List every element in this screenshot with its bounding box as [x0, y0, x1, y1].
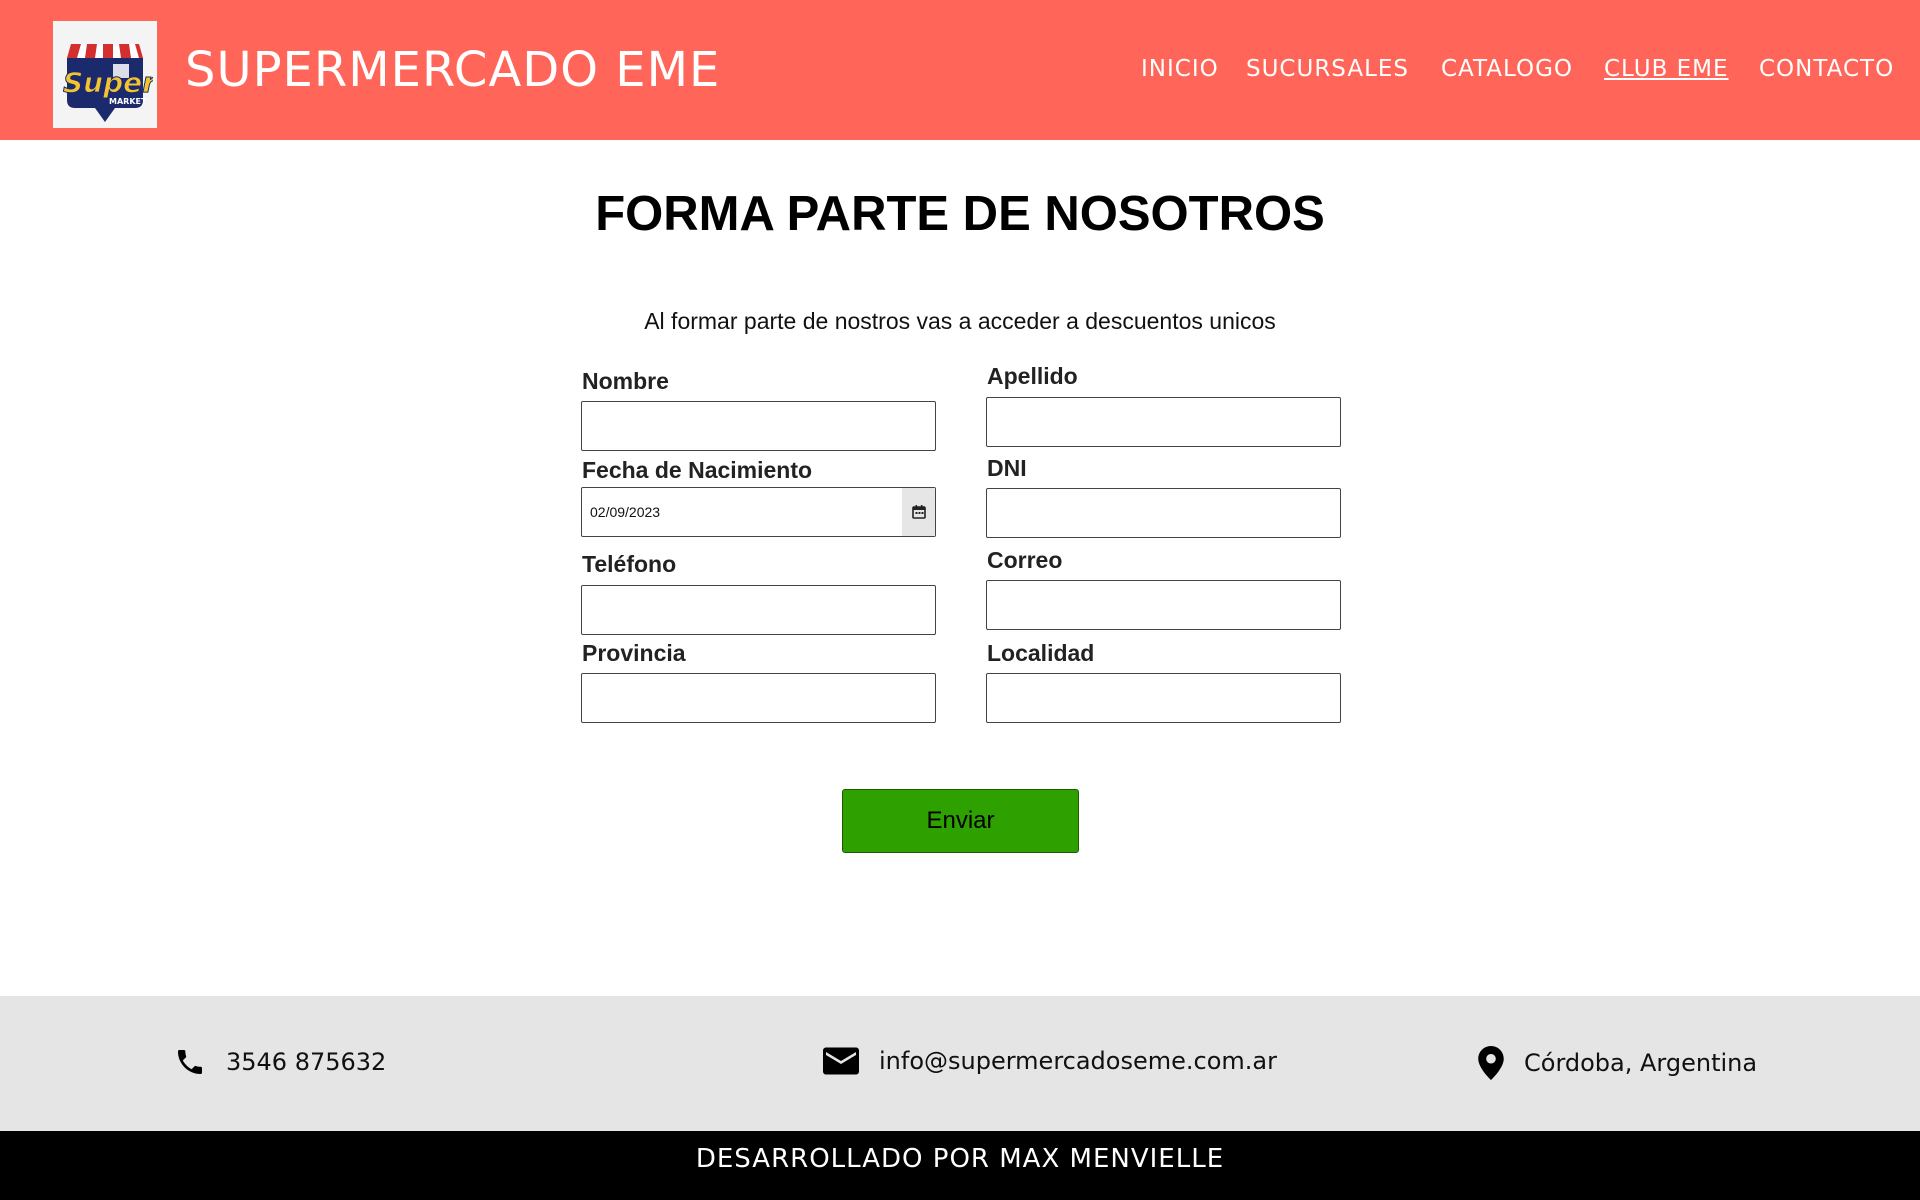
nav-inicio[interactable]: INICIO [1141, 56, 1219, 82]
dni-label: DNI [987, 455, 1027, 481]
location-pin-icon [1478, 1046, 1504, 1080]
telefono-label: Teléfono [582, 551, 677, 577]
site-header: Super MARKET SUPERMERCADO EME INICIO SUC… [0, 0, 1920, 140]
footer-phone: 3546 875632 [174, 1046, 386, 1078]
mail-icon [823, 1047, 859, 1075]
localidad-input[interactable] [986, 673, 1341, 723]
phone-text[interactable]: 3546 875632 [226, 1048, 386, 1076]
provincia-label: Provincia [582, 640, 686, 666]
nav-catalogo[interactable]: CATALOGO [1441, 56, 1573, 82]
fecha-nacimiento-input[interactable]: 02/09/2023 [581, 487, 936, 537]
footer-location: Córdoba, Argentina [1478, 1046, 1757, 1080]
fecha-nacimiento-value: 02/09/2023 [590, 504, 661, 520]
nav-contacto[interactable]: CONTACTO [1759, 56, 1894, 82]
enviar-button[interactable]: Enviar [842, 789, 1079, 853]
correo-label: Correo [987, 547, 1063, 573]
phone-icon [178, 1050, 202, 1074]
nav-sucursales[interactable]: SUCURSALES [1246, 56, 1409, 82]
credits-bar: DESARROLLADO POR MAX MENVIELLE [0, 1131, 1920, 1200]
logo-subtext: MARKET [109, 97, 147, 106]
provincia-input[interactable] [581, 673, 936, 723]
footer-contact: 3546 875632 info@supermercadoseme.com.ar… [0, 996, 1920, 1131]
nombre-label: Nombre [582, 368, 669, 394]
apellido-input[interactable] [986, 397, 1341, 447]
dni-input[interactable] [986, 488, 1341, 538]
footer-email: info@supermercadoseme.com.ar [823, 1046, 1277, 1076]
page-title: FORMA PARTE DE NOSOTROS [595, 187, 1325, 241]
nav-club-eme[interactable]: CLUB EME [1604, 56, 1729, 82]
location-text: Córdoba, Argentina [1524, 1049, 1758, 1077]
telefono-input[interactable] [581, 585, 936, 635]
correo-input[interactable] [986, 580, 1341, 630]
apellido-label: Apellido [987, 363, 1078, 389]
calendar-icon[interactable] [902, 488, 935, 536]
localidad-label: Localidad [987, 640, 1095, 666]
email-text[interactable]: info@supermercadoseme.com.ar [879, 1047, 1277, 1075]
main-nav: INICIO SUCURSALES CATALOGO CLUB EME CONT… [0, 56, 1920, 88]
page-subtitle: Al formar parte de nostros vas a acceder… [644, 308, 1276, 334]
nombre-input[interactable] [581, 401, 936, 451]
fecha-nacimiento-label: Fecha de Nacimiento [582, 457, 813, 483]
